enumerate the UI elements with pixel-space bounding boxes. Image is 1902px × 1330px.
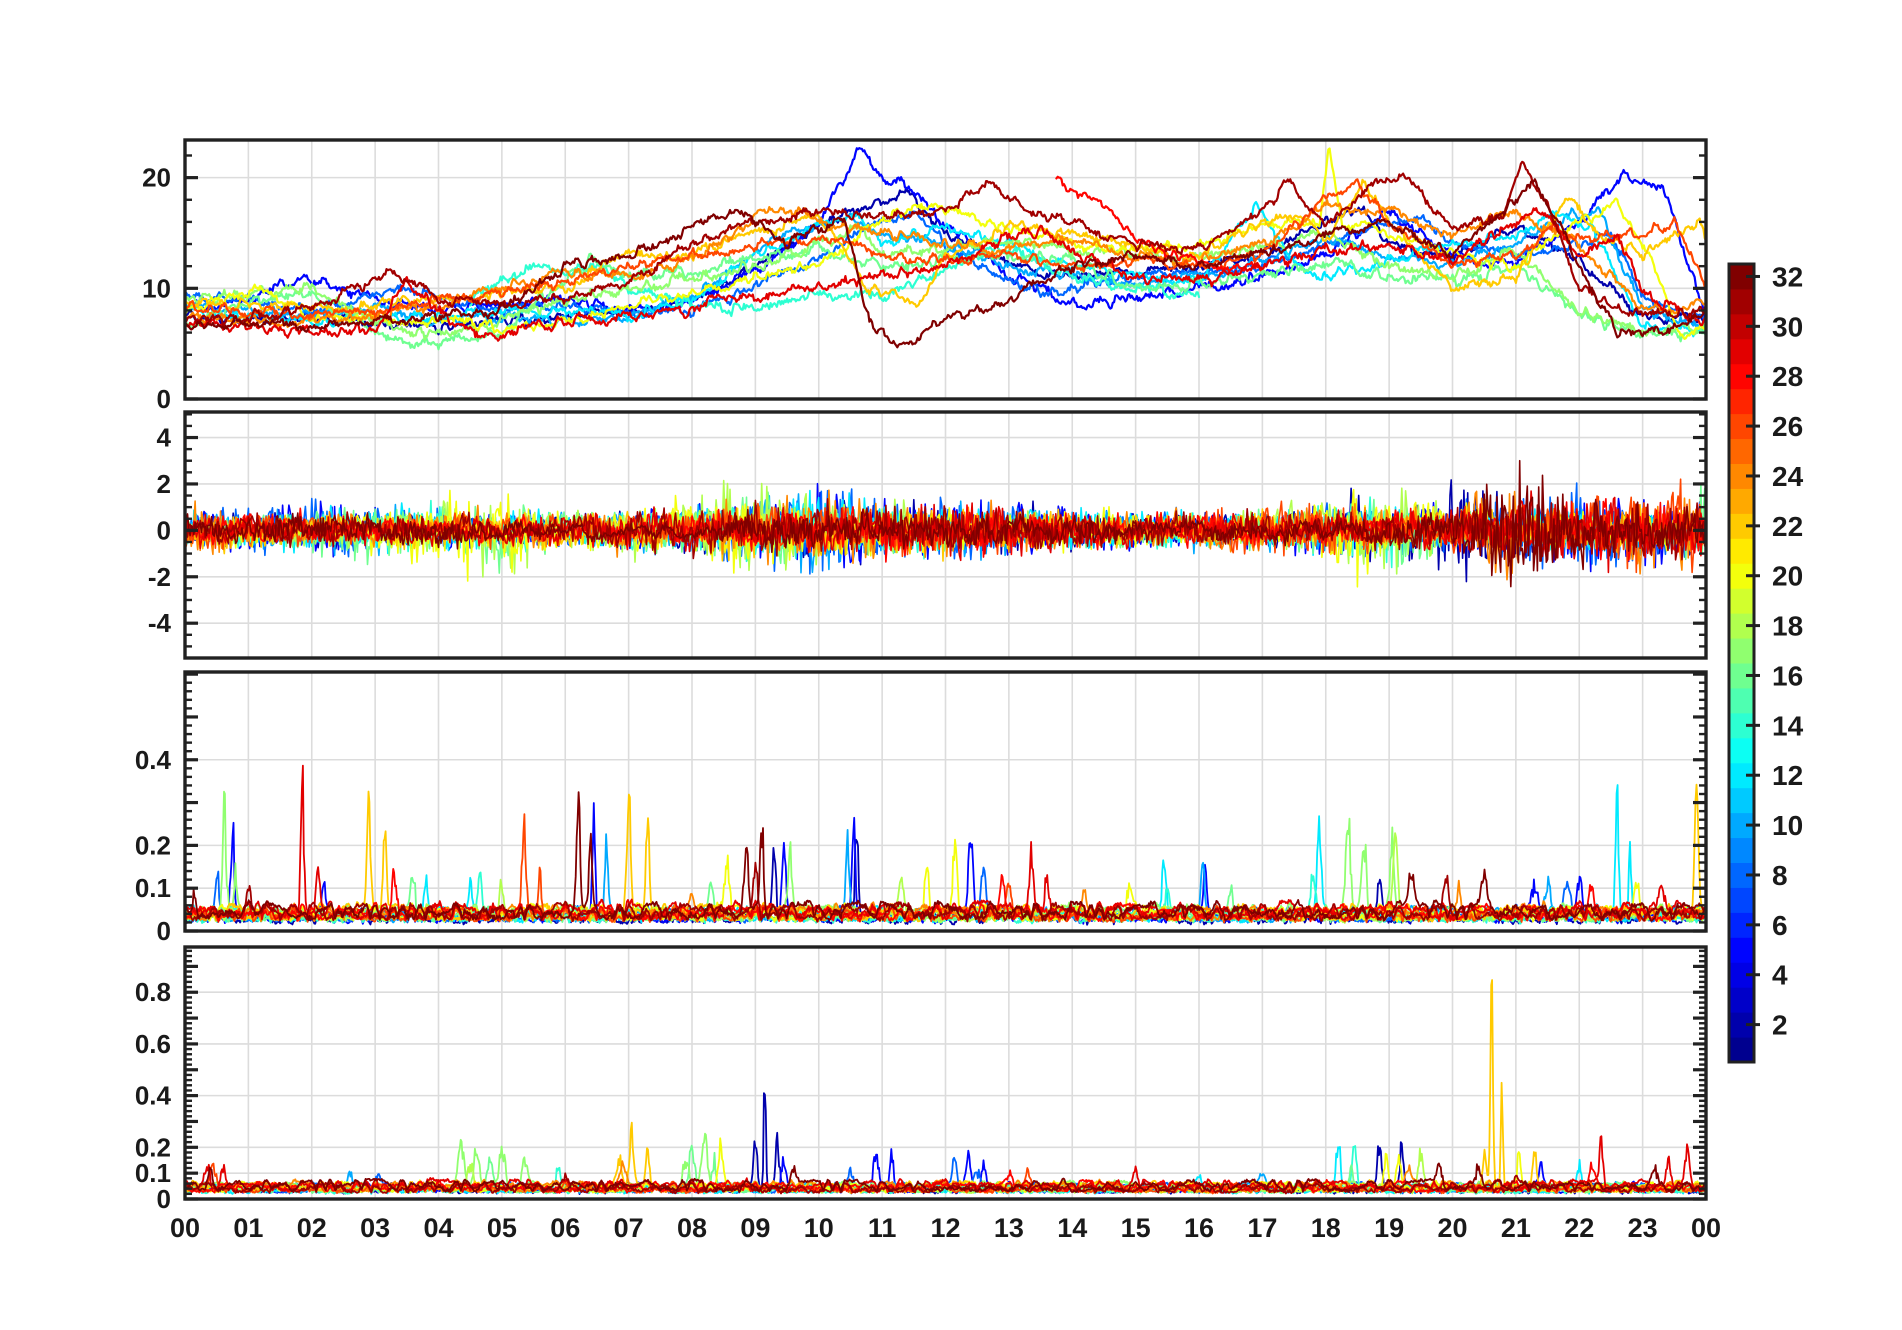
svg-text:0.4: 0.4 — [135, 1081, 172, 1111]
svg-text:05: 05 — [487, 1213, 517, 1243]
svg-text:0.1: 0.1 — [135, 1158, 171, 1188]
gps-ionosphere-figure: 20221010-UiB-KHO-GPS VTEC[TECU] ROT [TEC… — [0, 0, 1902, 1330]
svg-text:21: 21 — [1501, 1213, 1531, 1243]
svg-text:18: 18 — [1311, 1213, 1341, 1243]
svg-text:20: 20 — [1772, 561, 1803, 592]
svg-text:12: 12 — [930, 1213, 960, 1243]
svg-text:10: 10 — [804, 1213, 834, 1243]
svg-text:18: 18 — [1772, 611, 1803, 642]
svg-text:01: 01 — [233, 1213, 263, 1243]
svg-text:10: 10 — [1772, 810, 1803, 841]
svg-text:0.6: 0.6 — [135, 1029, 171, 1059]
svg-text:17: 17 — [1247, 1213, 1277, 1243]
svg-text:04: 04 — [423, 1213, 453, 1243]
svg-text:23: 23 — [1628, 1213, 1658, 1243]
svg-text:10: 10 — [142, 273, 171, 303]
svg-text:24: 24 — [1772, 461, 1804, 492]
svg-text:15: 15 — [1121, 1213, 1151, 1243]
svg-text:0.2: 0.2 — [135, 1132, 171, 1162]
svg-text:4: 4 — [1772, 960, 1788, 991]
svg-text:-4: -4 — [148, 608, 172, 638]
svg-text:0.4: 0.4 — [135, 745, 172, 775]
svg-text:2: 2 — [157, 469, 171, 499]
svg-text:00: 00 — [1691, 1213, 1721, 1243]
svg-text:0: 0 — [157, 384, 171, 414]
svg-text:0: 0 — [157, 1184, 171, 1214]
svg-text:0: 0 — [157, 515, 171, 545]
svg-text:0.2: 0.2 — [135, 830, 171, 860]
svg-text:0.8: 0.8 — [135, 977, 171, 1007]
svg-text:20: 20 — [142, 163, 171, 193]
svg-text:03: 03 — [360, 1213, 390, 1243]
svg-text:16: 16 — [1184, 1213, 1214, 1243]
svg-text:13: 13 — [994, 1213, 1024, 1243]
svg-text:02: 02 — [297, 1213, 327, 1243]
svg-text:22: 22 — [1772, 511, 1803, 542]
svg-text:32: 32 — [1772, 261, 1803, 292]
svg-text:07: 07 — [614, 1213, 644, 1243]
svg-text:4: 4 — [157, 423, 172, 453]
svg-text:16: 16 — [1772, 660, 1803, 691]
svg-text:14: 14 — [1772, 710, 1804, 741]
svg-text:8: 8 — [1772, 860, 1788, 891]
svg-text:11: 11 — [868, 1213, 897, 1243]
svg-text:20: 20 — [1437, 1213, 1467, 1243]
svg-text:12: 12 — [1772, 760, 1803, 791]
svg-text:-2: -2 — [148, 562, 171, 592]
svg-text:09: 09 — [740, 1213, 770, 1243]
svg-text:2: 2 — [1772, 1010, 1788, 1041]
svg-text:0.1: 0.1 — [135, 873, 171, 903]
svg-text:19: 19 — [1374, 1213, 1404, 1243]
svg-text:00: 00 — [170, 1213, 200, 1243]
svg-text:30: 30 — [1772, 311, 1803, 342]
chart-canvas: 01020-4-202400.10.20.400.10.20.40.60.800… — [0, 0, 1902, 1330]
svg-text:06: 06 — [550, 1213, 580, 1243]
svg-text:0: 0 — [157, 916, 171, 946]
svg-text:6: 6 — [1772, 910, 1788, 941]
svg-text:26: 26 — [1772, 411, 1803, 442]
svg-text:28: 28 — [1772, 361, 1803, 392]
svg-text:14: 14 — [1057, 1213, 1087, 1243]
svg-text:22: 22 — [1564, 1213, 1594, 1243]
svg-text:08: 08 — [677, 1213, 707, 1243]
